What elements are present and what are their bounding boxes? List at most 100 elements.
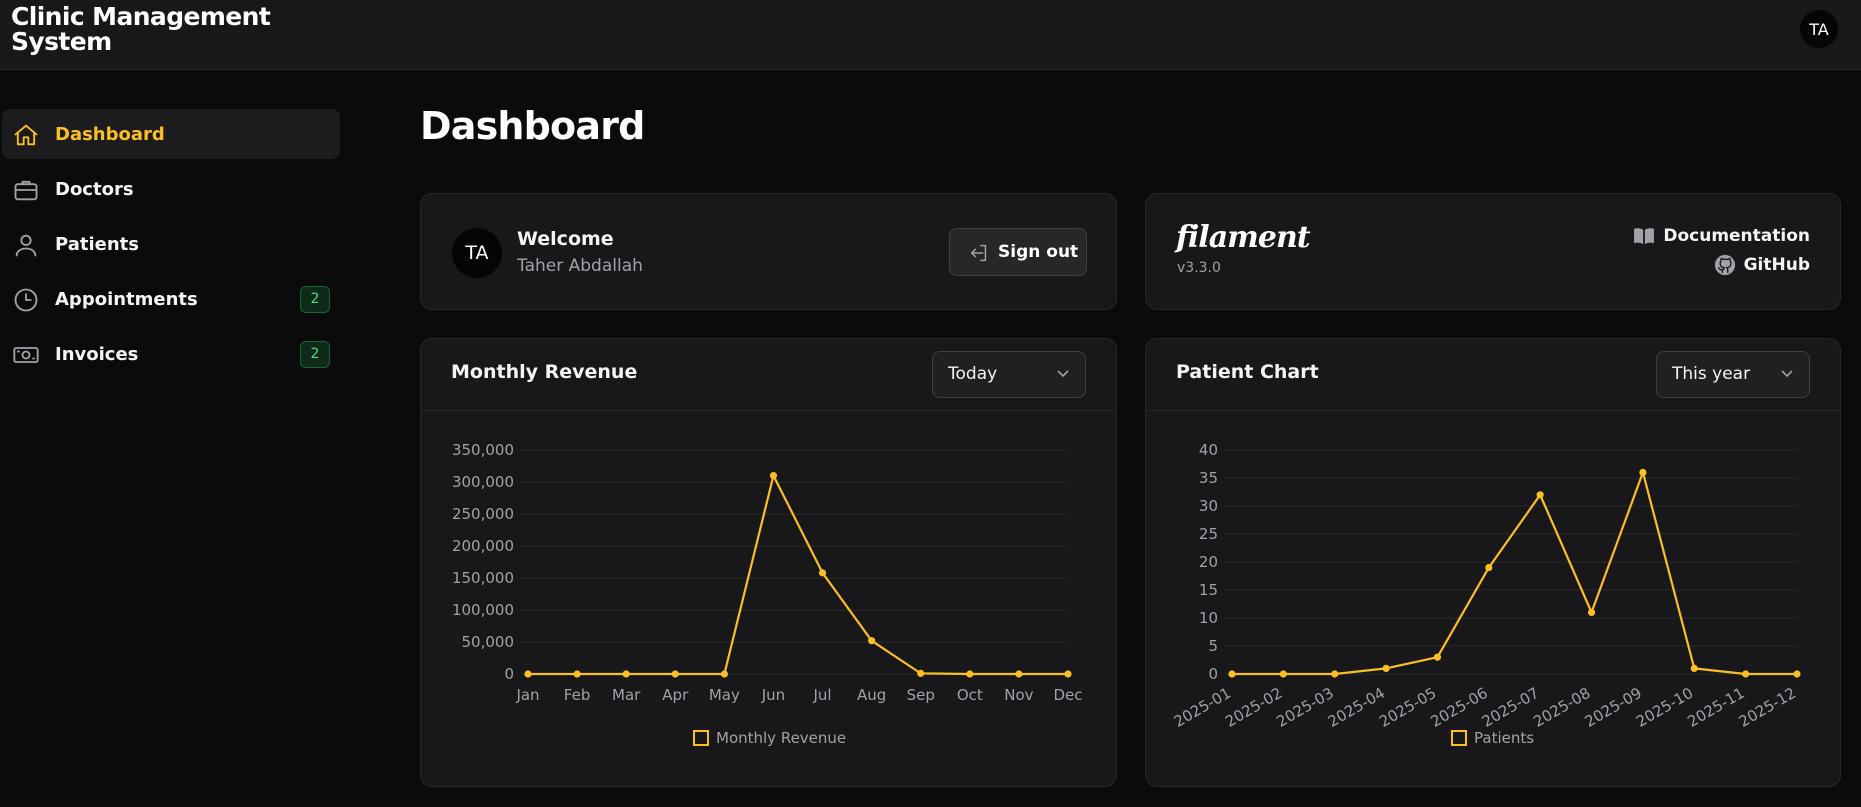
x-tick-label: 2025-04: [1325, 684, 1388, 731]
y-tick-label: 15: [1199, 581, 1218, 599]
revenue-filter-select[interactable]: Today: [932, 351, 1086, 398]
sign-out-icon: [970, 244, 987, 262]
patient-filter-select[interactable]: This year: [1656, 351, 1810, 398]
welcome-heading: Welcome: [517, 228, 614, 250]
y-tick-label: 10: [1199, 609, 1218, 627]
y-tick-label: 150,000: [452, 569, 514, 587]
y-tick-label: 0: [504, 665, 514, 683]
y-tick-label: 200,000: [452, 537, 514, 555]
sidebar-item-label: Invoices: [55, 343, 139, 365]
user-icon: [15, 234, 37, 257]
page-title: Dashboard: [420, 104, 645, 148]
data-point: [1793, 670, 1801, 678]
data-point: [622, 670, 630, 678]
x-tick-label: Sep: [907, 686, 935, 704]
sidebar-item-appointments[interactable]: Appointments 2: [2, 274, 340, 324]
x-tick-label: May: [709, 686, 740, 704]
legend-swatch: [1451, 730, 1467, 746]
sidebar-item-dashboard[interactable]: Dashboard: [2, 109, 340, 159]
legend-label: Monthly Revenue: [716, 729, 846, 747]
book-icon: [1634, 228, 1655, 245]
x-tick-label: 2025-12: [1736, 684, 1799, 731]
sidebar-item-label: Dashboard: [55, 123, 165, 145]
data-point: [1587, 608, 1596, 616]
welcome-card: TA Welcome Taher Abdallah Sign out: [420, 193, 1117, 310]
sidebar-item-patients[interactable]: Patients: [2, 219, 340, 269]
x-tick-label: 2025-03: [1273, 684, 1336, 731]
x-tick-label: 2025-01: [1171, 684, 1234, 731]
patient-chart-card: Patient Chart This year 0 5 10 15 20 25 30 35 40…: [1145, 338, 1841, 787]
data-point: [1485, 564, 1493, 572]
briefcase-icon: [14, 180, 38, 201]
sign-out-button[interactable]: Sign out: [949, 228, 1087, 276]
data-point: [1279, 670, 1287, 678]
avatar: TA: [452, 228, 502, 278]
y-tick-label: 300,000: [452, 473, 514, 491]
y-tick-label: 25: [1199, 525, 1218, 543]
sidebar-item-doctors[interactable]: Doctors: [2, 164, 340, 214]
sidebar-item-label: Doctors: [55, 178, 134, 200]
sidebar: Dashboard Doctors Patients Appointments …: [0, 70, 345, 807]
documentation-link[interactable]: Documentation: [1633, 226, 1810, 246]
data-point: [1064, 670, 1072, 678]
data-point: [966, 670, 974, 678]
data-point: [1433, 653, 1442, 661]
filament-logo: filament: [1176, 220, 1311, 255]
chart-header: Monthly Revenue Today: [421, 339, 1116, 411]
banknotes-icon: [13, 347, 39, 363]
data-point: [573, 670, 581, 678]
top-bar: Clinic Management System TA: [0, 0, 1861, 70]
appointments-count-badge: 2: [300, 285, 330, 313]
github-label: GitHub: [1743, 255, 1810, 275]
x-tick-label: 2025-10: [1633, 684, 1696, 731]
sign-out-label: Sign out: [998, 242, 1079, 262]
documentation-label: Documentation: [1663, 226, 1810, 246]
x-tick-label: Jan: [515, 686, 539, 704]
x-tick-label: 2025-06: [1428, 684, 1491, 731]
data-point: [917, 669, 925, 677]
y-tick-label: 350,000: [452, 441, 514, 459]
data-point: [1382, 664, 1390, 672]
data-point: [868, 637, 876, 645]
x-tick-label: 2025-09: [1582, 684, 1645, 731]
chart-header: Patient Chart This year: [1146, 339, 1840, 411]
data-point: [769, 472, 778, 480]
y-tick-label: 50,000: [462, 633, 515, 651]
chart-title: Monthly Revenue: [451, 361, 638, 383]
data-point: [524, 670, 532, 678]
x-tick-label: Apr: [662, 686, 689, 704]
sidebar-item-label: Appointments: [55, 288, 198, 310]
y-tick-label: 100,000: [452, 601, 514, 619]
legend-swatch: [693, 730, 709, 746]
github-icon: [1714, 254, 1735, 276]
x-tick-label: Oct: [957, 686, 983, 704]
patient-filter-value: This year: [1672, 364, 1751, 384]
clock-icon: [14, 288, 38, 312]
data-point: [1228, 670, 1236, 678]
filament-version: v3.3.0: [1177, 260, 1221, 276]
y-tick-label: 35: [1199, 469, 1218, 487]
github-link[interactable]: GitHub: [1714, 254, 1810, 276]
revenue-filter-value: Today: [948, 364, 998, 384]
x-tick-label: Jul: [812, 686, 831, 704]
user-avatar[interactable]: TA: [1800, 10, 1838, 48]
filament-info-card: filament v3.3.0 Documentation GitHub: [1145, 193, 1841, 310]
chevron-down-icon: [1057, 370, 1069, 378]
x-tick-label: 2025-05: [1376, 684, 1439, 731]
data-point: [1690, 664, 1698, 672]
y-tick-label: 250,000: [452, 505, 514, 523]
sidebar-item-invoices[interactable]: Invoices 2: [2, 329, 340, 379]
x-tick-label: Nov: [1004, 686, 1033, 704]
x-tick-label: Aug: [857, 686, 886, 704]
data-point: [1742, 670, 1750, 678]
data-point: [671, 670, 679, 678]
x-tick-label: 2025-07: [1479, 684, 1542, 731]
legend-label: Patients: [1474, 729, 1534, 747]
chart-title: Patient Chart: [1176, 361, 1319, 383]
x-tick-label: Feb: [564, 686, 591, 704]
app-title[interactable]: Clinic Management System: [11, 4, 291, 54]
data-point: [1639, 468, 1647, 476]
y-tick-label: 5: [1208, 637, 1218, 655]
patients-line-chart: 05101520253035402025-012025-022025-03202…: [1171, 441, 1801, 747]
revenue-line-chart: 0 50,000 100,000 150,000 200,000 250,000 300,0…: [452, 441, 1083, 747]
